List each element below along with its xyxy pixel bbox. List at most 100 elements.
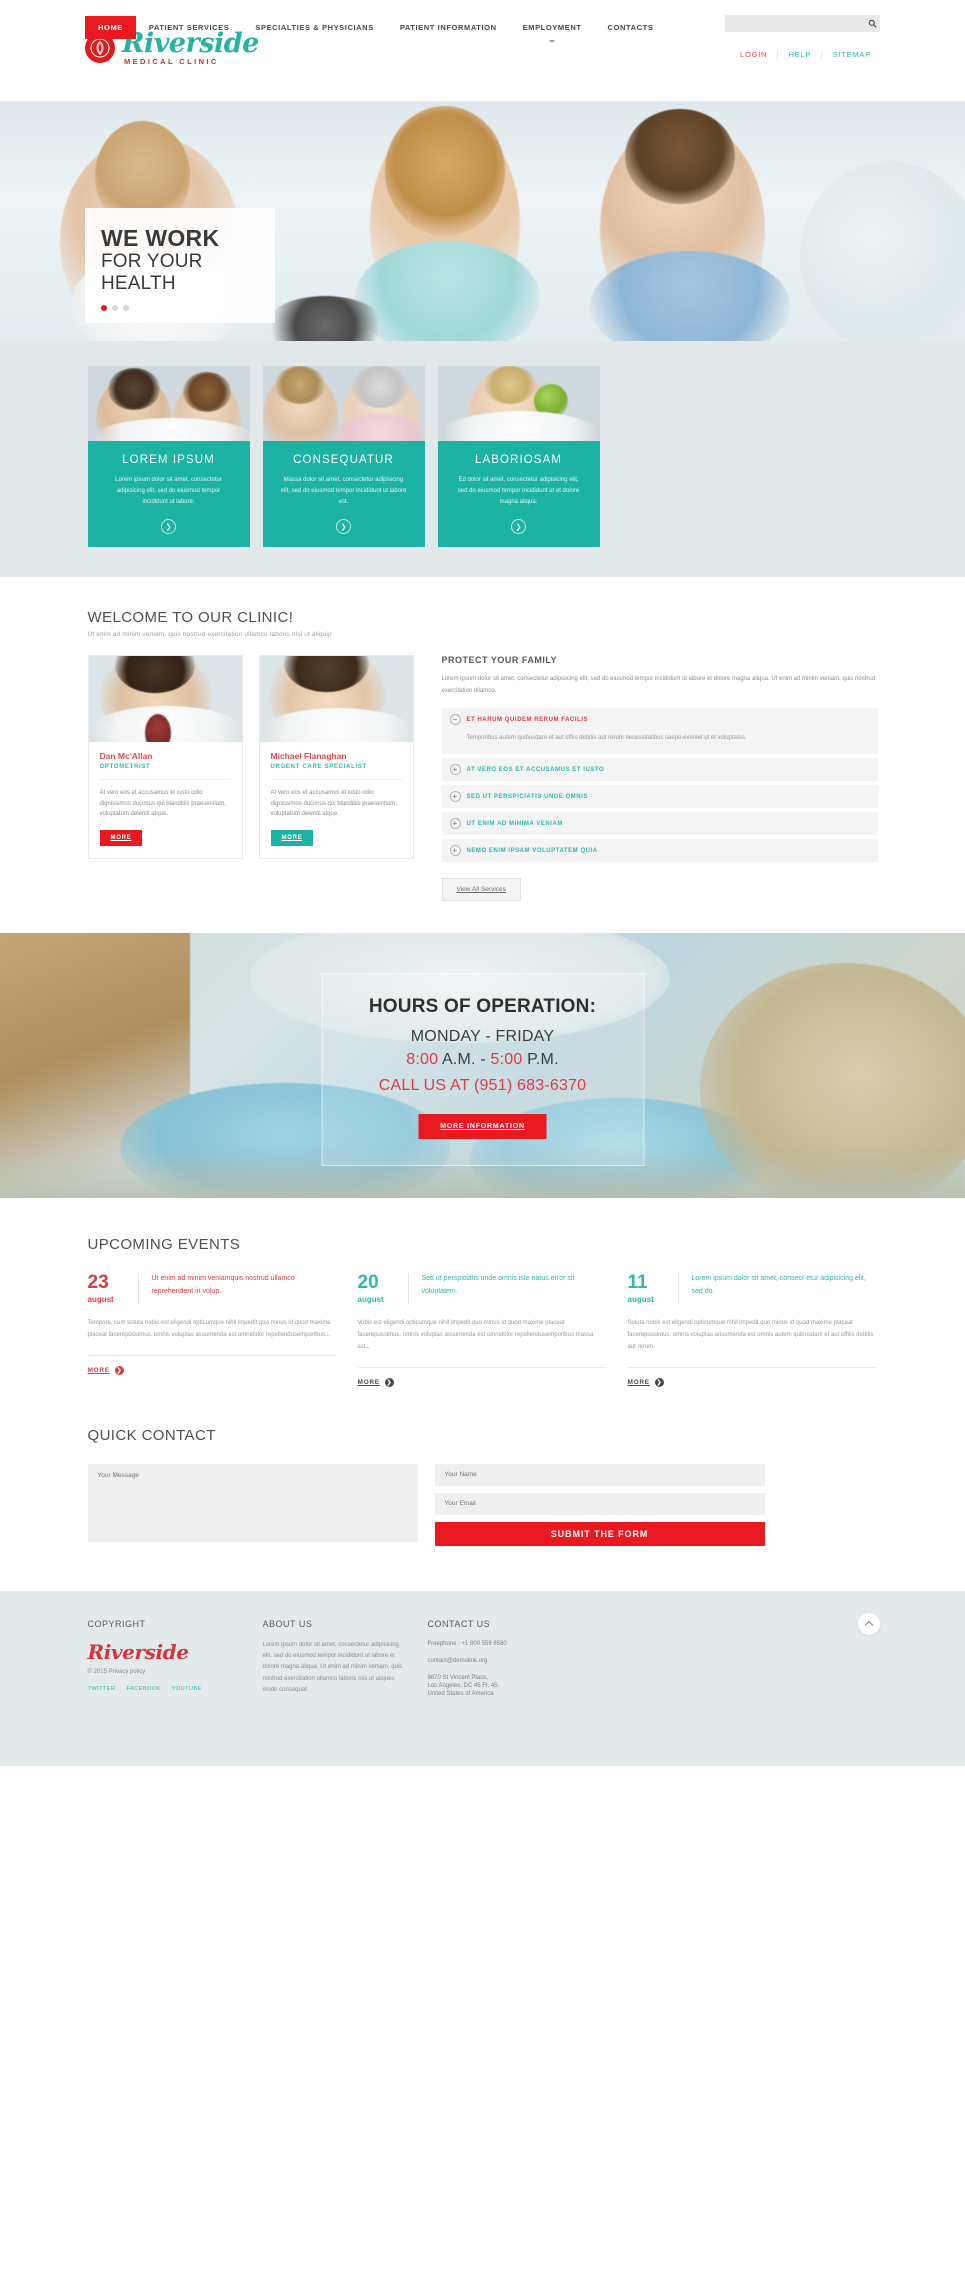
accordion-item: + NEMO ENIM IPSAM VOLUPTATEM QUIA xyxy=(441,839,878,863)
accordion-label: AT VERO EOS ET ACCUSAMUS ET IUSTO xyxy=(466,766,605,773)
view-all-services-button[interactable]: View All Services xyxy=(441,878,521,902)
plus-circle-icon: + xyxy=(449,791,461,803)
doctor-role: OPTOMETRIST xyxy=(99,764,151,771)
service-card-image xyxy=(87,366,250,441)
doctor-more-button[interactable]: MORE xyxy=(270,829,314,846)
footer-social-links: TWITTER FACEBOOK YOUTUBE xyxy=(88,1686,241,1692)
footer-copyright-line: © 2015 Privacy policy xyxy=(87,1668,146,1675)
doctor-card-dan-mcallan: Dan Mc'Allan OPTOMETRIST At vero eos et … xyxy=(87,655,243,859)
welcome-section: WELCOME TO OUR CLINIC! Ut enim ad minim … xyxy=(0,577,965,902)
footer-contact-column: CONTACT US Freephone : +1 800 559 6580 c… xyxy=(428,1619,688,1698)
sitemap-link[interactable]: SITEMAP xyxy=(823,50,880,59)
doctor-more-button[interactable]: MORE xyxy=(99,829,143,846)
footer-about-column: ABOUT US Lorem ipsum dolor sit amet, con… xyxy=(263,1619,428,1698)
footer-freephone-value: +1 800 559 6580 xyxy=(461,1640,507,1647)
nav-item-patient-services[interactable]: PATIENT SERVICES xyxy=(136,16,242,39)
divider xyxy=(357,1366,606,1368)
event-day: 23 xyxy=(87,1272,109,1294)
main-navigation: HOME PATIENT SERVICES SPECIALTIES & PHYS… xyxy=(0,15,965,46)
hours-card: HOURS OF OPERATION: MONDAY - FRIDAY 8:00… xyxy=(321,973,644,1167)
slider-dots xyxy=(101,305,259,311)
event-date: 20 august xyxy=(358,1273,408,1304)
accordion-item: − ET HARUM QUIDEM RERUM FACILIS Temporib… xyxy=(441,708,878,755)
event-more-link[interactable]: MORE ❯ xyxy=(88,1365,336,1375)
search-icon[interactable] xyxy=(864,19,880,28)
name-input[interactable] xyxy=(434,1463,765,1486)
youtube-link[interactable]: YOUTUBE xyxy=(172,1686,202,1692)
service-card-laboriosam[interactable]: LABORIOSAM Ed dolor sit amet, consectetu… xyxy=(437,366,600,548)
event-headline: Ut enim ad minim veniamquis nostrud ulla… xyxy=(137,1273,336,1306)
search-box[interactable] xyxy=(725,15,880,32)
doctor-bio: At vero eos et accusamus et iusto odio d… xyxy=(99,790,226,818)
hero-slider: WE WORK FOR YOUR HEALTH xyxy=(0,101,965,341)
event-item: 23 august Ut enim ad minim veniamquis no… xyxy=(87,1273,336,1386)
chevron-right-icon[interactable]: ❯ xyxy=(511,519,526,535)
accordion-label: ET HARUM QUIDEM RERUM FACILIS xyxy=(466,716,589,723)
hero-line-2: FOR YOUR HEALTH xyxy=(101,251,203,295)
hours-close-time: 5:00 xyxy=(490,1051,523,1069)
chevron-right-icon[interactable]: ❯ xyxy=(336,519,351,535)
family-title: PROTECT YOUR FAMILY xyxy=(441,655,558,666)
chevron-up-icon xyxy=(864,1620,874,1626)
footer-about-title: ABOUT US xyxy=(262,1618,313,1629)
event-text: Soluta nobis est eligendi opticumque nih… xyxy=(627,1320,874,1350)
footer-copyright-title: COPYRIGHT xyxy=(87,1618,146,1629)
message-textarea[interactable] xyxy=(87,1463,418,1542)
chevron-right-icon: ❯ xyxy=(114,1365,124,1375)
divider xyxy=(87,1354,336,1356)
accordion-header-ut-enim-ad-minima[interactable]: + UT ENIM AD MINIMA VENIAM xyxy=(441,812,878,836)
service-card-consequatur[interactable]: CONSEQUATUR Massa dolor sit amet, consec… xyxy=(262,366,425,548)
nav-item-specialties-physicians[interactable]: SPECIALTIES & PHYSICIANS xyxy=(242,16,386,39)
protect-your-family-panel: PROTECT YOUR FAMILY Lorem ipsum dolor si… xyxy=(430,655,878,902)
site-footer: COPYRIGHT Riverside © 2015 Privacy polic… xyxy=(0,1590,965,1766)
hero-line-1: WE WORK xyxy=(101,225,220,252)
event-more-link[interactable]: MORE ❯ xyxy=(358,1377,606,1387)
page-title: WELCOME TO OUR CLINIC! xyxy=(87,609,294,627)
event-text: Vobis est eligendi opticumque nihil impe… xyxy=(357,1320,594,1350)
event-date: 23 august xyxy=(88,1273,138,1304)
footer-address-line-1: 9870 St Vincent Place, xyxy=(427,1674,489,1681)
email-input[interactable] xyxy=(434,1492,765,1515)
minus-circle-icon: − xyxy=(449,714,461,726)
footer-email[interactable]: contact@demolink.org xyxy=(428,1657,666,1665)
slider-dot-3[interactable] xyxy=(123,305,129,311)
footer-freephone-label: Freephone : xyxy=(427,1640,460,1647)
service-card-lorem-ipsum[interactable]: LOREM IPSUM Lorem ipsum dolor sit amet, … xyxy=(87,366,250,548)
slider-dot-2[interactable] xyxy=(112,305,118,311)
plus-circle-icon: + xyxy=(449,818,461,830)
footer-freephone: Freephone : +1 800 559 6580 xyxy=(428,1640,666,1648)
accordion-item: + SED UT PERSPICIATIS UNDE OMNIS xyxy=(441,785,878,809)
accordion-header-nemo-enim-ipsam[interactable]: + NEMO ENIM IPSAM VOLUPTATEM QUIA xyxy=(441,839,878,863)
submit-form-button[interactable]: SUBMIT THE FORM xyxy=(434,1521,765,1546)
more-information-button[interactable]: MORE INFORMATION xyxy=(418,1114,547,1140)
nav-item-contacts[interactable]: CONTACTS xyxy=(595,16,667,39)
event-item: 11 august Lorem ipsum dolor sit amet, co… xyxy=(627,1273,876,1387)
accordion-body: Temporibus autem quibusdam et aut offiis… xyxy=(441,731,878,755)
plus-circle-icon: + xyxy=(449,764,461,776)
twitter-link[interactable]: TWITTER xyxy=(88,1686,116,1692)
nav-item-home[interactable]: HOME xyxy=(85,16,136,39)
accordion-label: UT ENIM AD MINIMA VENIAM xyxy=(466,820,563,827)
accordion-header-at-vero-eos[interactable]: + AT VERO EOS ET ACCUSAMUS ET IUSTO xyxy=(441,758,878,782)
nav-item-patient-information[interactable]: PATIENT INFORMATION xyxy=(387,16,510,39)
event-headline: Sed ut perspiciatis unde omnis iste natu… xyxy=(407,1273,606,1306)
help-link[interactable]: HELP xyxy=(780,50,821,59)
search-input[interactable] xyxy=(725,20,864,27)
event-month: august xyxy=(627,1295,654,1305)
nav-item-employment[interactable]: EMPLOYMENT xyxy=(510,16,595,43)
hours-time: 8:00 A.M. - 5:00 P.M. xyxy=(322,1051,643,1069)
doctor-role: URGENT CARE SPECIALIST xyxy=(270,764,367,771)
back-to-top-button[interactable] xyxy=(858,1612,880,1635)
accordion-header-et-harum[interactable]: − ET HARUM QUIDEM RERUM FACILIS xyxy=(441,708,878,732)
service-card-text: Lorem ipsum dolor sit amet, consectetur … xyxy=(115,477,222,506)
facebook-link[interactable]: FACEBOOK xyxy=(126,1686,160,1692)
event-more-link[interactable]: MORE ❯ xyxy=(628,1377,876,1387)
events-title: UPCOMING EVENTS xyxy=(87,1236,241,1254)
accordion-item: + UT ENIM AD MINIMA VENIAM xyxy=(441,812,878,836)
event-headline: Lorem ipsum dolor sit amet, consect-etur… xyxy=(677,1273,876,1306)
accordion-header-sed-ut-perspiciatis[interactable]: + SED UT PERSPICIATIS UNDE OMNIS xyxy=(441,785,878,809)
login-link[interactable]: LOGIN xyxy=(731,50,776,59)
slider-dot-1[interactable] xyxy=(101,305,107,311)
chevron-right-icon: ❯ xyxy=(654,1377,664,1387)
chevron-right-icon[interactable]: ❯ xyxy=(161,519,176,535)
